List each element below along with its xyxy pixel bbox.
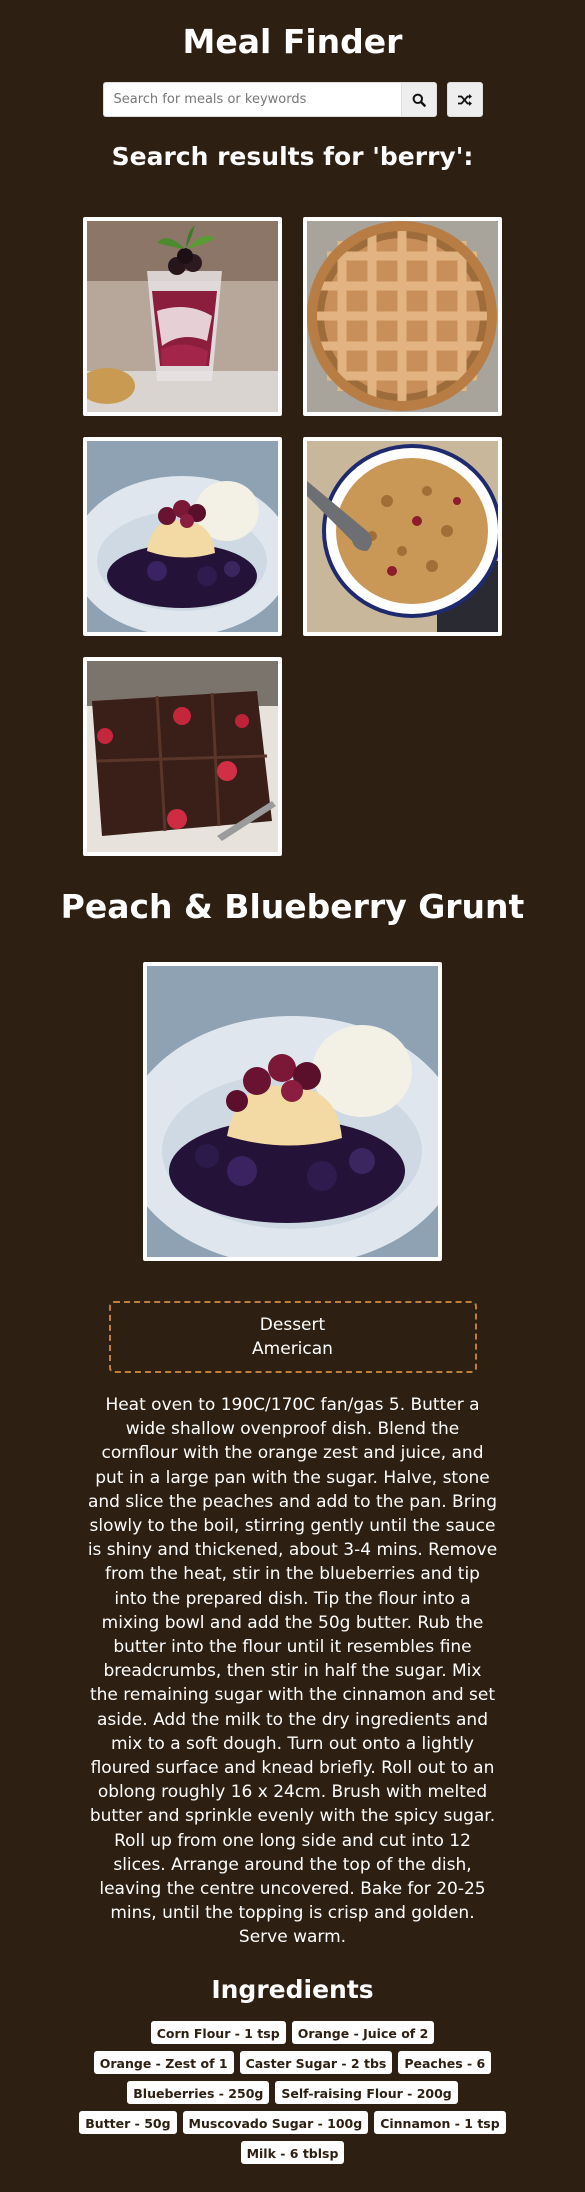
app-title: Meal Finder [182, 22, 403, 61]
ingredient-item: Caster Sugar - 2 tbs [238, 2049, 394, 2075]
meal-info-box: Dessert American [108, 1301, 477, 1373]
meal-card[interactable] [303, 217, 502, 416]
search-bar [0, 82, 585, 117]
meal-photo [87, 661, 278, 852]
ingredient-item: Corn Flour - 1 tsp [149, 2019, 287, 2045]
results-heading: Search results for 'berry': [111, 142, 474, 171]
meal-category: Dessert [259, 1315, 326, 1335]
meal-card[interactable] [83, 437, 282, 636]
meal-title: Peach & Blueberry Grunt [60, 887, 525, 926]
ingredient-item: Orange - Zest of 1 [92, 2049, 235, 2075]
ingredient-item: Milk - 6 tblsp [239, 2139, 346, 2165]
search-button[interactable] [400, 82, 437, 117]
search-form [102, 82, 437, 117]
ingredients-list: Corn Flour - 1 tsp Orange - Juice of 2 O… [78, 2019, 508, 2165]
ingredients-heading: Ingredients [211, 1974, 374, 2004]
meal-instructions: Heat oven to 190C/170C fan/gas 5. Butter… [87, 1395, 498, 1948]
meal-photo-image [147, 966, 438, 1257]
meal-photo [307, 221, 498, 412]
meal-photo [143, 962, 442, 1261]
search-icon [412, 93, 426, 107]
meal-photo [87, 441, 278, 632]
ingredient-item: Blueberries - 250g [126, 2079, 271, 2105]
meal-photo [87, 221, 278, 412]
meals-grid [83, 217, 502, 856]
search-input[interactable] [102, 82, 401, 117]
ingredient-item: Muscovado Sugar - 100g [181, 2109, 370, 2135]
ingredient-item: Butter - 50g [78, 2109, 178, 2135]
shuffle-icon [457, 93, 472, 106]
meal-area: American [252, 1339, 333, 1359]
meal-card[interactable] [83, 217, 282, 416]
meal-card[interactable] [303, 437, 502, 636]
random-meal-button[interactable] [446, 82, 483, 117]
ingredient-item: Orange - Juice of 2 [290, 2019, 436, 2045]
meal-photo [307, 441, 498, 632]
meal-card[interactable] [83, 657, 282, 856]
ingredient-item: Cinnamon - 1 tsp [373, 2109, 507, 2135]
ingredient-item: Self-raising Flour - 200g [274, 2079, 459, 2105]
ingredient-item: Peaches - 6 [397, 2049, 493, 2075]
